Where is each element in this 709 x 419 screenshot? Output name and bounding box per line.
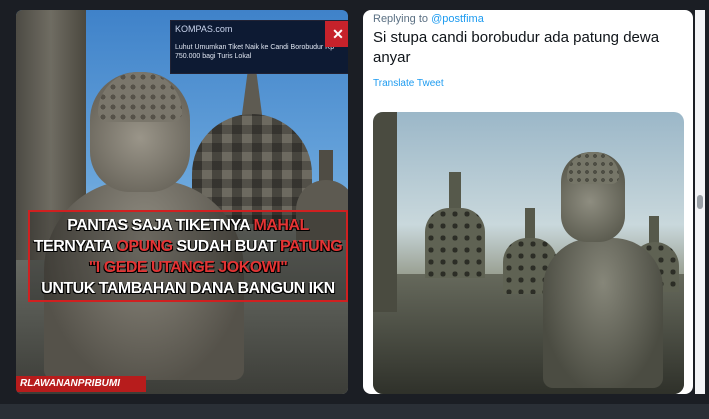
caption-text: SUDAH BUAT: [172, 238, 281, 255]
statue-head: [561, 152, 625, 242]
caption-line-2: TERNYATA OPUNG SUDAH BUAT PATUNG: [30, 236, 346, 257]
stupa-spire: [525, 208, 535, 242]
bottom-bar: [0, 404, 709, 419]
replying-handle-link[interactable]: @postfima: [431, 13, 484, 25]
meme-caption: PANTAS SAJA TIKETNYA MAHAL TERNYATA OPUN…: [28, 210, 348, 302]
replying-to: Replying to @postfima: [373, 13, 484, 25]
replying-label: Replying to: [373, 13, 432, 25]
caption-highlight: PATUNG: [280, 238, 343, 255]
tweet-photo[interactable]: [373, 112, 684, 394]
caption-text: TERNYATA: [33, 238, 117, 255]
caption-line-4: UNTUK TAMBAHAN DANA BANGUN IKN: [41, 280, 335, 297]
tweet-text: Si stupa candi borobudur ada patung dewa…: [373, 29, 660, 66]
translate-tweet-link[interactable]: Translate Tweet: [373, 78, 444, 89]
news-thumbnail: KOMPAS.com Luhut Umumkan Tiket Naik ke C…: [170, 20, 348, 74]
stupa-spire: [449, 172, 461, 212]
caption-text: PANTAS SAJA TIKETNYA: [67, 217, 254, 234]
meme-image[interactable]: KOMPAS.com Luhut Umumkan Tiket Naik ke C…: [16, 10, 348, 394]
statue-head: [90, 72, 190, 192]
news-headline: Luhut Umumkan Tiket Naik ke Candi Borobu…: [175, 44, 335, 60]
caption-highlight: OPUNG: [116, 238, 173, 255]
statue-curls: [98, 72, 182, 122]
caption-line-3: "I GEDE UTANGE JOKOWI": [88, 259, 288, 276]
photo-wall: [373, 112, 397, 312]
caption-highlight: MAHAL: [253, 217, 310, 234]
caption-line-1: PANTAS SAJA TIKETNYA MAHAL: [30, 215, 346, 236]
watermark: RLAWANANPRIBUMI: [16, 376, 146, 392]
news-site-logo: KOMPAS.com: [175, 24, 233, 34]
scrollbar-thumb[interactable]: [697, 195, 703, 209]
stupa-spire-small: [319, 150, 333, 184]
stupa: [425, 208, 485, 278]
statue-curls: [567, 152, 619, 184]
tweet-card[interactable]: Replying to @postfima Si stupa candi bor…: [363, 10, 693, 394]
statue-body: [543, 238, 663, 388]
close-icon: ✕: [325, 21, 348, 47]
